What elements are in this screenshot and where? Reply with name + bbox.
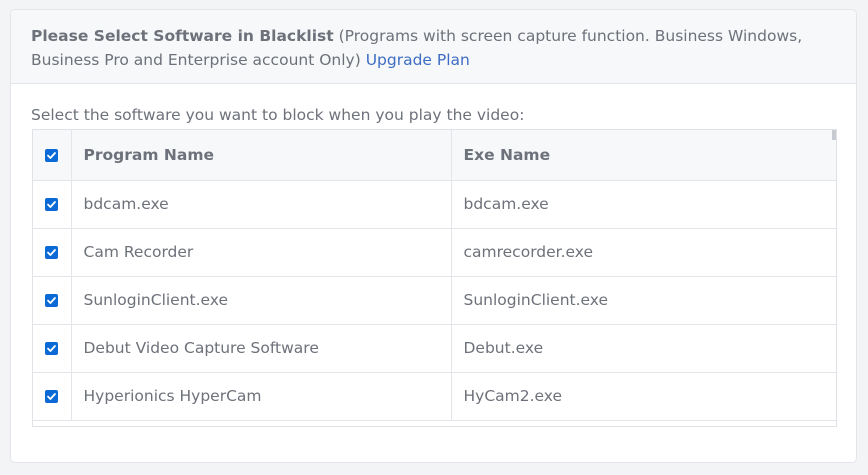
scrollbar-thumb[interactable] [832, 130, 836, 140]
program-name-cell: SunloginClient.exe [71, 276, 452, 325]
table-row[interactable]: Debut Video Capture Software Debut.exe [33, 324, 836, 373]
exe-name-cell: Debut.exe [451, 324, 836, 373]
exe-name-cell: camrecorder.exe [451, 228, 836, 277]
table-row[interactable]: Cam Recorder camrecorder.exe [33, 228, 836, 277]
row-checkbox[interactable] [45, 246, 59, 259]
table-row[interactable]: SunloginClient.exe SunloginClient.exe [33, 276, 836, 325]
check-icon [47, 345, 57, 352]
upgrade-plan-link[interactable]: Upgrade Plan [366, 51, 470, 69]
exe-name-cell: SunloginClient.exe [451, 276, 836, 325]
table-row[interactable]: bdcam.exe bdcam.exe [33, 180, 836, 229]
row-checkbox-cell [33, 228, 72, 277]
program-name-cell: bdcam.exe [71, 180, 452, 229]
program-name-cell: Debut Video Capture Software [71, 324, 452, 373]
exe-name-cell: bdcam.exe [451, 180, 836, 229]
program-name-cell: Cam Recorder [71, 228, 452, 277]
header-title: Please Select Software in Blacklist [31, 27, 334, 45]
check-icon [47, 151, 57, 159]
row-checkbox-cell [33, 180, 72, 229]
program-name-cell: Hyperionics HyperCam [71, 372, 452, 421]
check-icon [47, 201, 57, 208]
row-checkbox[interactable] [45, 294, 59, 307]
row-checkbox[interactable] [45, 342, 59, 355]
check-icon [47, 393, 57, 400]
column-header-exe-name[interactable]: Exe Name [451, 130, 836, 181]
column-header-program-name[interactable]: Program Name [71, 130, 452, 181]
blacklist-card: Please Select Software in Blacklist (Pro… [10, 9, 857, 463]
table-header-row: Program Name Exe Name [33, 130, 836, 181]
row-checkbox-cell [33, 372, 72, 421]
row-checkbox[interactable] [45, 390, 59, 403]
select-all-checkbox[interactable] [45, 148, 59, 162]
row-checkbox-cell [33, 324, 72, 373]
table-row[interactable]: Hyperionics HyperCam HyCam2.exe [33, 372, 836, 421]
exe-name-cell: HyCam2.exe [451, 372, 836, 421]
check-icon [47, 249, 57, 256]
instruction-text: Select the software you want to block wh… [31, 106, 525, 124]
software-table-container[interactable]: Program Name Exe Name bdcam.exe bdcam.exe… [32, 129, 837, 427]
select-all-cell [33, 130, 72, 181]
check-icon [47, 297, 57, 304]
row-checkbox[interactable] [45, 198, 59, 211]
software-table: Program Name Exe Name bdcam.exe bdcam.exe… [33, 130, 836, 421]
card-header: Please Select Software in Blacklist (Pro… [11, 10, 856, 84]
row-checkbox-cell [33, 276, 72, 325]
